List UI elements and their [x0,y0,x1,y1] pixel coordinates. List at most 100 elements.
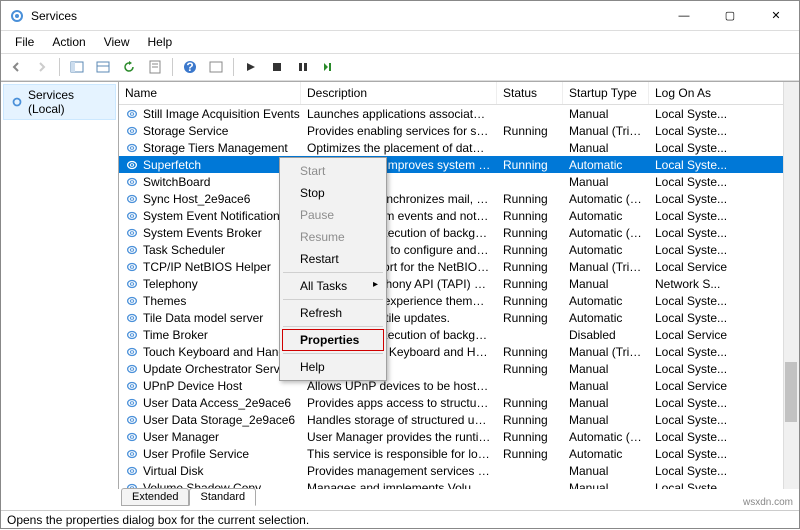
forward-button[interactable] [31,56,53,78]
service-logon: Local Syste... [649,428,799,445]
service-startup: Manual [563,105,649,122]
ctx-refresh[interactable]: Refresh [282,302,384,324]
service-logon: Local Syste... [649,173,799,190]
service-row[interactable]: User Data Access_2e9ace6Provides apps ac… [119,394,799,411]
tab-standard[interactable]: Standard [189,488,256,506]
col-name[interactable]: Name [119,82,301,104]
help-button[interactable]: ? [179,56,201,78]
service-row[interactable]: Touch Keyboard and Handwriting Panel Ser… [119,343,799,360]
start-service-button[interactable] [240,56,262,78]
service-status [497,139,563,156]
service-row[interactable]: ThemesProvides user experience theme man… [119,292,799,309]
service-status [497,377,563,394]
service-logon: Local Syste... [649,156,799,173]
service-row[interactable]: Tile Data model serverTile Server for ti… [119,309,799,326]
service-desc: Optimizes the placement of data in s... [301,139,497,156]
ctx-stop[interactable]: Stop [282,182,384,204]
service-row[interactable]: Time BrokerCoordinates execution of back… [119,326,799,343]
scrollbar[interactable] [783,82,799,489]
service-row[interactable]: Storage ServiceProvides enabling service… [119,122,799,139]
service-name: Touch Keyboard and Handwriting Panel Ser… [143,345,301,359]
service-row[interactable]: Virtual DiskProvides management services… [119,462,799,479]
service-row[interactable]: UPnP Device HostAllows UPnP devices to b… [119,377,799,394]
menu-file[interactable]: File [7,33,42,51]
menu-help[interactable]: Help [140,33,181,51]
service-row[interactable]: Task SchedulerEnables a user to configur… [119,241,799,258]
services-icon [10,95,24,109]
service-row[interactable]: User Profile ServiceThis service is resp… [119,445,799,462]
export-list-button[interactable] [92,56,114,78]
gear-icon [125,362,139,376]
service-row[interactable]: User Data Storage_2e9ace6Handles storage… [119,411,799,428]
service-name: Time Broker [143,328,208,342]
service-status: Running [497,224,563,241]
menu-action[interactable]: Action [44,33,93,51]
tab-extended[interactable]: Extended [121,488,189,506]
service-logon: Local Syste... [649,360,799,377]
nav-tree: Services (Local) [1,82,119,489]
gear-icon [125,396,139,410]
service-logon: Local Service [649,258,799,275]
col-status[interactable]: Status [497,82,563,104]
refresh-button[interactable] [118,56,140,78]
service-row[interactable]: Update Orchestrator Service for Windows … [119,360,799,377]
toolbar-extra-button[interactable] [205,56,227,78]
service-status: Running [497,394,563,411]
service-name: System Events Broker [143,226,262,240]
service-status [497,173,563,190]
gear-icon [125,294,139,308]
service-row[interactable]: System Event Notification ServiceMonitor… [119,207,799,224]
col-description[interactable]: Description [301,82,497,104]
service-logon: Local Service [649,326,799,343]
service-row[interactable]: Storage Tiers Management Optimizes the pl… [119,139,799,156]
menu-view[interactable]: View [96,33,138,51]
col-startup[interactable]: Startup Type [563,82,649,104]
service-name: Storage Tiers Management [143,141,288,155]
ctx-properties[interactable]: Properties [282,329,384,351]
ctx-all-tasks[interactable]: All Tasks [282,275,384,297]
service-row[interactable]: TelephonyProvides Telephony API (TAPI) s… [119,275,799,292]
gear-icon [125,141,139,155]
service-row[interactable]: System Events BrokerCoordinates executio… [119,224,799,241]
ctx-restart[interactable]: Restart [282,248,384,270]
gear-icon [125,226,139,240]
service-name: User Profile Service [143,447,249,461]
restart-service-button[interactable] [318,56,340,78]
gear-icon [125,124,139,138]
service-logon: Local Syste... [649,394,799,411]
services-icon [9,8,25,24]
maximize-button[interactable]: ▢ [707,1,753,31]
close-button[interactable]: ✕ [753,1,799,31]
service-status: Running [497,258,563,275]
service-status: Running [497,122,563,139]
gear-icon [125,243,139,257]
scroll-thumb[interactable] [785,362,797,422]
show-hide-tree-button[interactable] [66,56,88,78]
service-row[interactable]: SwitchBoardManualLocal Syste... [119,173,799,190]
properties-button[interactable] [144,56,166,78]
service-row[interactable]: SuperfetchMaintains and improves system … [119,156,799,173]
service-row[interactable]: Still Image Acquisition EventsLaunches a… [119,105,799,122]
stop-service-button[interactable] [266,56,288,78]
svg-text:?: ? [186,60,193,74]
service-name: Superfetch [143,158,201,172]
gear-icon [125,311,139,325]
back-button[interactable] [5,56,27,78]
column-headers[interactable]: Name Description Status Startup Type Log… [119,82,799,105]
service-row[interactable]: TCP/IP NetBIOS HelperProvides support fo… [119,258,799,275]
service-logon: Local Syste... [649,462,799,479]
pause-service-button[interactable] [292,56,314,78]
service-startup: Automatic [563,207,649,224]
service-startup: Automatic [563,292,649,309]
nav-services-local[interactable]: Services (Local) [3,84,116,120]
service-status: Running [497,190,563,207]
service-row[interactable]: Sync Host_2e9ace6This service synchroniz… [119,190,799,207]
service-row[interactable]: User ManagerUser Manager provides the ru… [119,428,799,445]
service-status: Running [497,292,563,309]
service-name: System Event Notification Service [143,209,301,223]
col-logon[interactable]: Log On As [649,82,799,104]
service-status: Running [497,445,563,462]
ctx-help[interactable]: Help [282,356,384,378]
minimize-button[interactable]: — [661,1,707,31]
service-name: User Data Storage_2e9ace6 [143,413,295,427]
